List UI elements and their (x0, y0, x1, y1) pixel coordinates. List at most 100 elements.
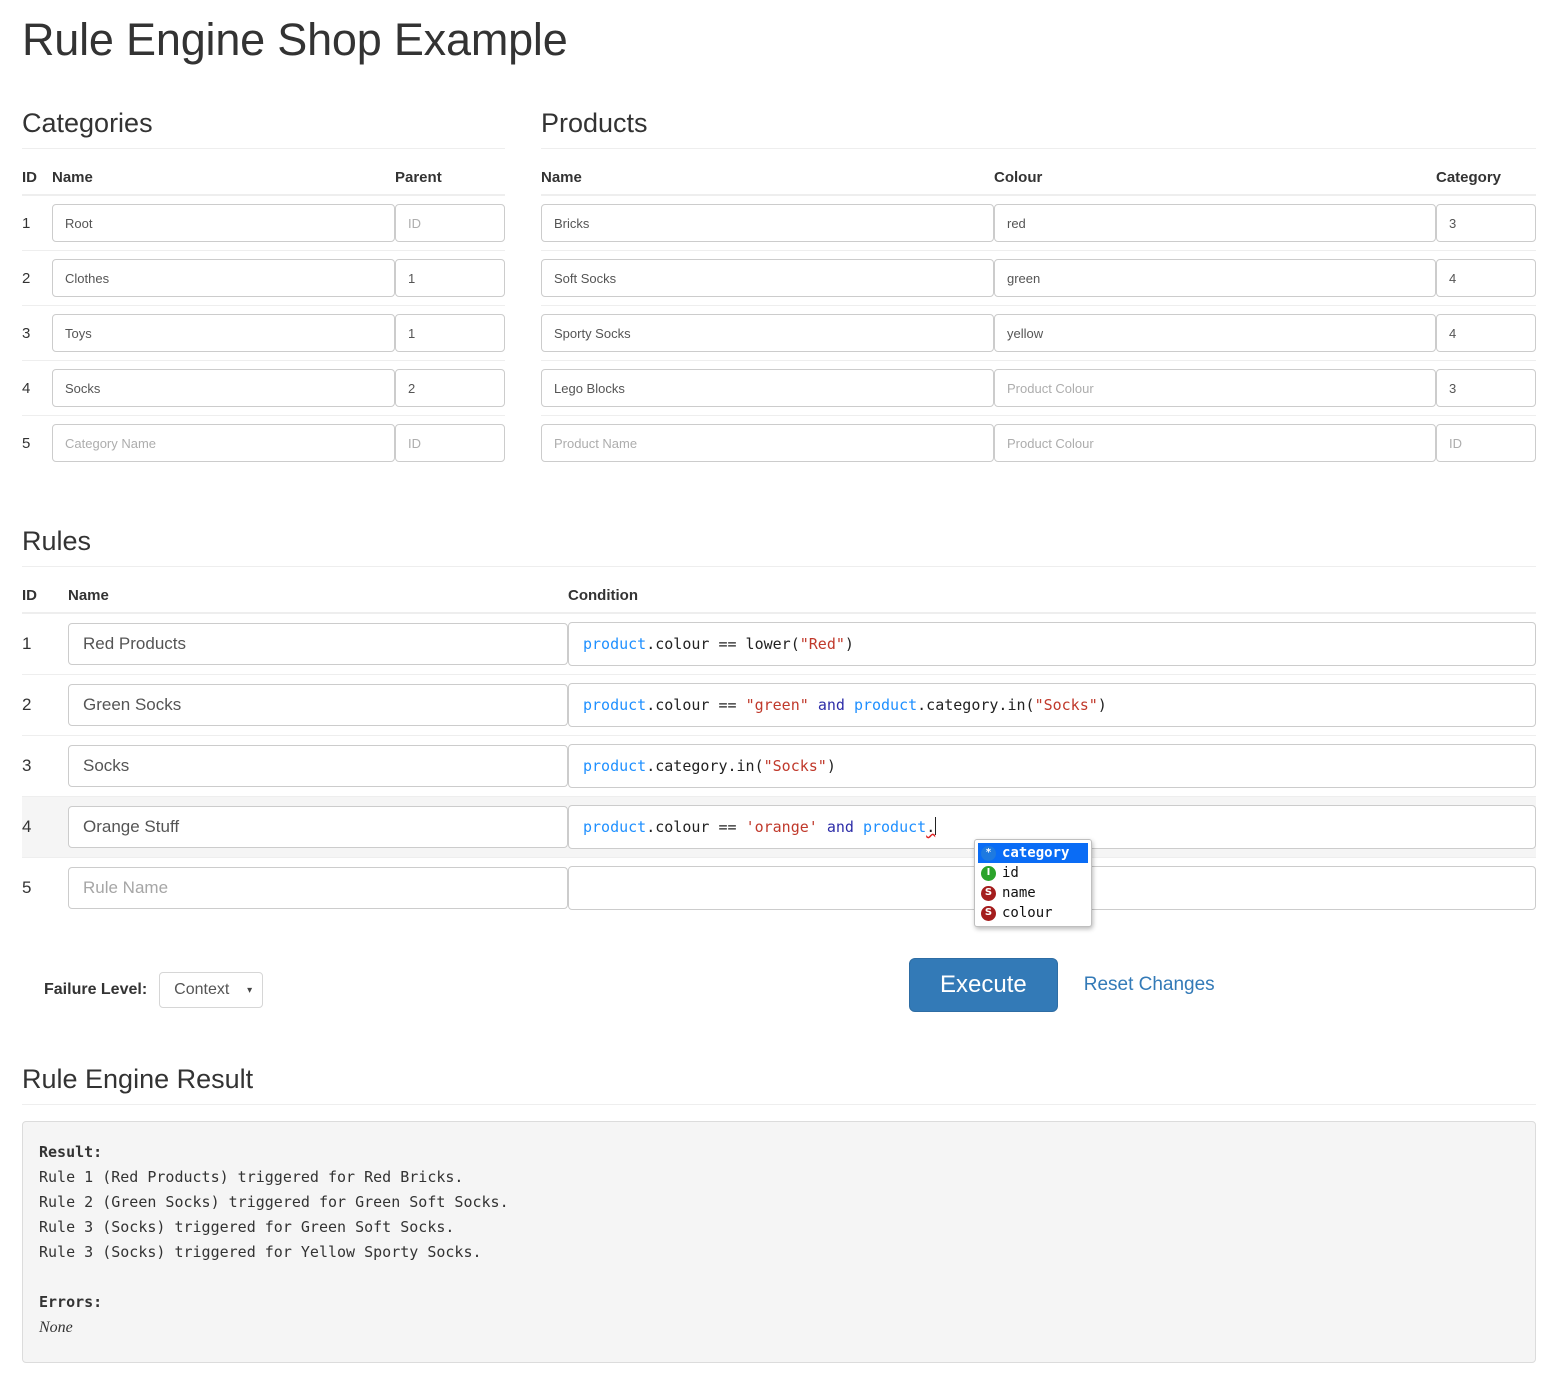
category-row-id: 5 (22, 415, 52, 470)
product-colour-input-2[interactable] (994, 259, 1436, 297)
code-token-var: product (853, 696, 918, 714)
failure-level-value: Context (174, 981, 230, 998)
product-category-input-1[interactable] (1436, 204, 1536, 242)
category-name-input-5[interactable] (52, 424, 395, 462)
rule-name-input-4[interactable] (68, 806, 568, 848)
product-category-input-3[interactable] (1436, 314, 1536, 352)
category-row-id: 2 (22, 250, 52, 306)
rule-row-id: 1 (22, 634, 32, 653)
autocomplete-item-label: id (1002, 865, 1019, 881)
products-col-category: Category (1436, 163, 1536, 196)
result-line: Rule 2 (Green Socks) triggered for Green… (39, 1193, 509, 1211)
autocomplete-int-icon: I (981, 865, 996, 881)
table-row: 3 (22, 305, 505, 361)
product-name-input-4[interactable] (541, 369, 994, 407)
code-token-str: "Red" (799, 635, 845, 653)
code-token-var: product (583, 818, 647, 836)
rule-condition-editor-1[interactable]: product.colour == lower("Red") (568, 622, 1536, 666)
autocomplete-popup[interactable]: * category Iid Sname Scolour (974, 839, 1092, 927)
category-parent-input-3[interactable] (395, 314, 505, 352)
category-row-id: 4 (22, 360, 52, 416)
code-token-op: .category.in( (917, 696, 1035, 714)
rule-condition-editor-3[interactable]: product.category.in("Socks") (568, 744, 1536, 788)
autocomplete-item-label: colour (1002, 905, 1053, 921)
product-colour-input-4[interactable] (994, 369, 1436, 407)
product-name-input-1[interactable] (541, 204, 994, 242)
product-colour-input-3[interactable] (994, 314, 1436, 352)
code-token-op: ) (826, 757, 836, 775)
rule-name-input-2[interactable] (68, 684, 568, 726)
rule-name-input-1[interactable] (68, 623, 568, 665)
product-name-input-3[interactable] (541, 314, 994, 352)
autocomplete-item-category[interactable]: * category (978, 843, 1088, 863)
code-token-kw: and (826, 818, 854, 836)
category-row-id: 3 (22, 305, 52, 361)
rule-row: 4product.colour == 'orange' and product.… (22, 796, 1536, 927)
rule-name-input-5[interactable] (68, 867, 568, 909)
category-parent-input-1[interactable] (395, 204, 505, 242)
failure-level-label: Failure Level: (44, 981, 148, 998)
table-row (541, 360, 1536, 416)
products-col-colour: Colour (994, 163, 1436, 196)
table-row (541, 250, 1536, 306)
category-parent-input-2[interactable] (395, 259, 505, 297)
result-output: Result: Rule 1 (Red Products) triggered … (22, 1121, 1536, 1363)
failure-level-select[interactable]: Context ▾ (159, 972, 264, 1008)
code-token-op: ) (844, 635, 854, 653)
autocomplete-item-colour[interactable]: Scolour (978, 903, 1088, 923)
execute-button[interactable]: Execute (909, 958, 1058, 1013)
errors-label: Errors: (39, 1293, 103, 1311)
product-name-input-5[interactable] (541, 424, 994, 462)
products-panel: Products Name Colour Category (541, 108, 1536, 470)
result-line: Rule 3 (Socks) triggered for Green Soft … (39, 1218, 455, 1236)
product-category-input-2[interactable] (1436, 259, 1536, 297)
table-row (541, 305, 1536, 361)
table-row: 4 (22, 360, 505, 416)
code-token-str: 'orange' (745, 818, 818, 836)
product-category-input-5[interactable] (1436, 424, 1536, 462)
rules-col-condition: Condition (568, 581, 1536, 614)
category-name-input-4[interactable] (52, 369, 395, 407)
rules-panel: Rules ID Name Condition 1product.colour … (22, 526, 1536, 927)
rules-heading: Rules (22, 526, 1536, 567)
code-token-var: product (862, 818, 927, 836)
code-token-var: product (583, 757, 647, 775)
table-row: 5 (22, 415, 505, 470)
category-name-input-2[interactable] (52, 259, 395, 297)
rules-header-row: ID Name Condition (22, 581, 1536, 614)
top-section: Categories ID Name Parent 1 2345 Products (22, 108, 1536, 470)
product-category-input-4[interactable] (1436, 369, 1536, 407)
autocomplete-item-label: category (1002, 845, 1070, 861)
result-panel: Rule Engine Result Result: Rule 1 (Red P… (22, 1064, 1536, 1363)
code-token-err: . (926, 818, 936, 836)
page-title: Rule Engine Shop Example (22, 14, 568, 65)
product-name-input-2[interactable] (541, 259, 994, 297)
rule-row-id: 3 (22, 735, 68, 797)
text-caret (935, 817, 937, 835)
categories-table: ID Name Parent 1 2345 (22, 163, 505, 470)
rules-table: ID Name Condition 1product.colour == low… (22, 581, 1536, 927)
result-heading: Rule Engine Result (22, 1064, 1536, 1105)
reset-changes-link[interactable]: Reset Changes (1084, 974, 1215, 996)
chevron-down-icon: ▾ (247, 984, 253, 996)
rule-condition-editor-4[interactable]: product.colour == 'orange' and product. *… (568, 805, 1536, 927)
autocomplete-item-id[interactable]: Iid (978, 863, 1088, 883)
rule-row: 5 (22, 857, 1536, 918)
product-colour-input-1[interactable] (994, 204, 1436, 242)
category-name-input-1[interactable] (52, 204, 395, 242)
rule-condition-editor-2[interactable]: product.colour == "green" and product.ca… (568, 683, 1536, 727)
table-row: 2 (22, 250, 505, 306)
rules-col-name: Name (68, 581, 568, 614)
category-parent-input-5[interactable] (395, 424, 505, 462)
product-colour-input-5[interactable] (994, 424, 1436, 462)
category-name-input-3[interactable] (52, 314, 395, 352)
rule-name-input-3[interactable] (68, 745, 568, 787)
table-row: 1 (22, 195, 505, 251)
code-token-str: "green" (745, 696, 809, 714)
autocomplete-item-name[interactable]: Sname (978, 883, 1088, 903)
code-token-var: product (583, 696, 647, 714)
action-buttons: Execute Reset Changes (909, 958, 1215, 1013)
categories-col-id: ID (22, 163, 52, 196)
category-parent-input-4[interactable] (395, 369, 505, 407)
code-token-op: .colour == lower( (646, 635, 800, 653)
